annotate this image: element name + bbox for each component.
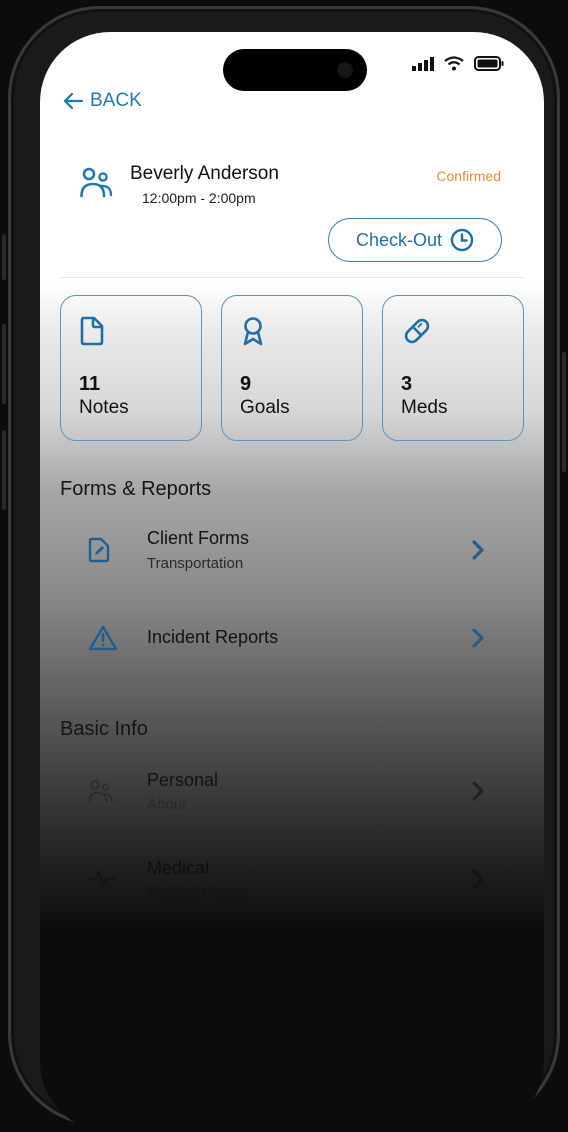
phone-frame: BACK Beverly Anderson 12:00pm - 2:00pm C…: [2, 6, 566, 1132]
action-button: [2, 234, 6, 280]
battery-icon: [474, 56, 504, 71]
meds-count: 3: [401, 373, 413, 395]
chevron-right-icon: [472, 628, 484, 648]
appointment-time: 12:00pm - 2:00pm: [142, 190, 256, 206]
clock-icon: [450, 228, 474, 252]
notes-label: Notes: [79, 397, 129, 418]
goals-count: 9: [240, 373, 252, 395]
notes-count: 11: [79, 373, 101, 395]
medical-title: Medical: [147, 858, 210, 878]
camera-icon: [337, 62, 353, 78]
client-forms-subtitle: Transportation: [147, 555, 244, 572]
check-out-label: Check-Out: [355, 229, 443, 250]
list-item-medical[interactable]: Medical Medical History: [60, 844, 524, 914]
list-item-incident-reports[interactable]: Incident Reports: [60, 603, 524, 673]
arrow-left-icon: [63, 92, 84, 110]
status-badge: Confirmed: [436, 168, 501, 184]
goals-label: Goals: [240, 397, 290, 418]
warning-triangle-icon: [88, 625, 118, 651]
client-name: Beverly Anderson: [130, 163, 279, 184]
volume-up-button: [2, 324, 6, 404]
chevron-right-icon: [472, 869, 484, 889]
header-divider: [60, 277, 524, 278]
list-item-personal[interactable]: Personal About: [60, 756, 524, 826]
file-edit-icon: [88, 537, 110, 563]
pulse-icon: [88, 871, 116, 887]
stat-card-notes[interactable]: 11 Notes: [60, 295, 202, 441]
dynamic-island: [223, 49, 367, 91]
forms-reports-heading: Forms & Reports: [60, 478, 212, 500]
app-screen: BACK Beverly Anderson 12:00pm - 2:00pm C…: [40, 32, 544, 1132]
wifi-icon: [444, 56, 464, 71]
check-out-button[interactable]: Check-Out: [328, 218, 502, 262]
client-forms-title: Client Forms: [147, 528, 250, 548]
incident-reports-title: Incident Reports: [147, 627, 279, 647]
status-bar: [412, 56, 504, 71]
pill-icon: [404, 318, 430, 344]
document-icon: [80, 316, 104, 346]
volume-down-button: [2, 430, 6, 510]
basic-info-heading: Basic Info: [60, 718, 148, 740]
power-button: [562, 352, 566, 472]
personal-subtitle: About: [147, 796, 187, 813]
chevron-right-icon: [472, 540, 484, 560]
stat-card-goals[interactable]: 9 Goals: [221, 295, 363, 441]
signal-icon: [412, 56, 434, 71]
users-icon: [80, 167, 113, 198]
meds-label: Meds: [401, 397, 448, 418]
stat-card-meds[interactable]: 3 Meds: [382, 295, 524, 441]
personal-title: Personal: [147, 770, 219, 790]
award-ribbon-icon: [243, 317, 263, 346]
back-button[interactable]: BACK: [62, 90, 142, 112]
medical-subtitle: Medical History: [147, 884, 250, 901]
list-item-client-forms[interactable]: Client Forms Transportation: [60, 515, 524, 585]
chevron-right-icon: [472, 781, 484, 801]
back-label: BACK: [90, 90, 142, 111]
users-icon: [88, 780, 113, 803]
